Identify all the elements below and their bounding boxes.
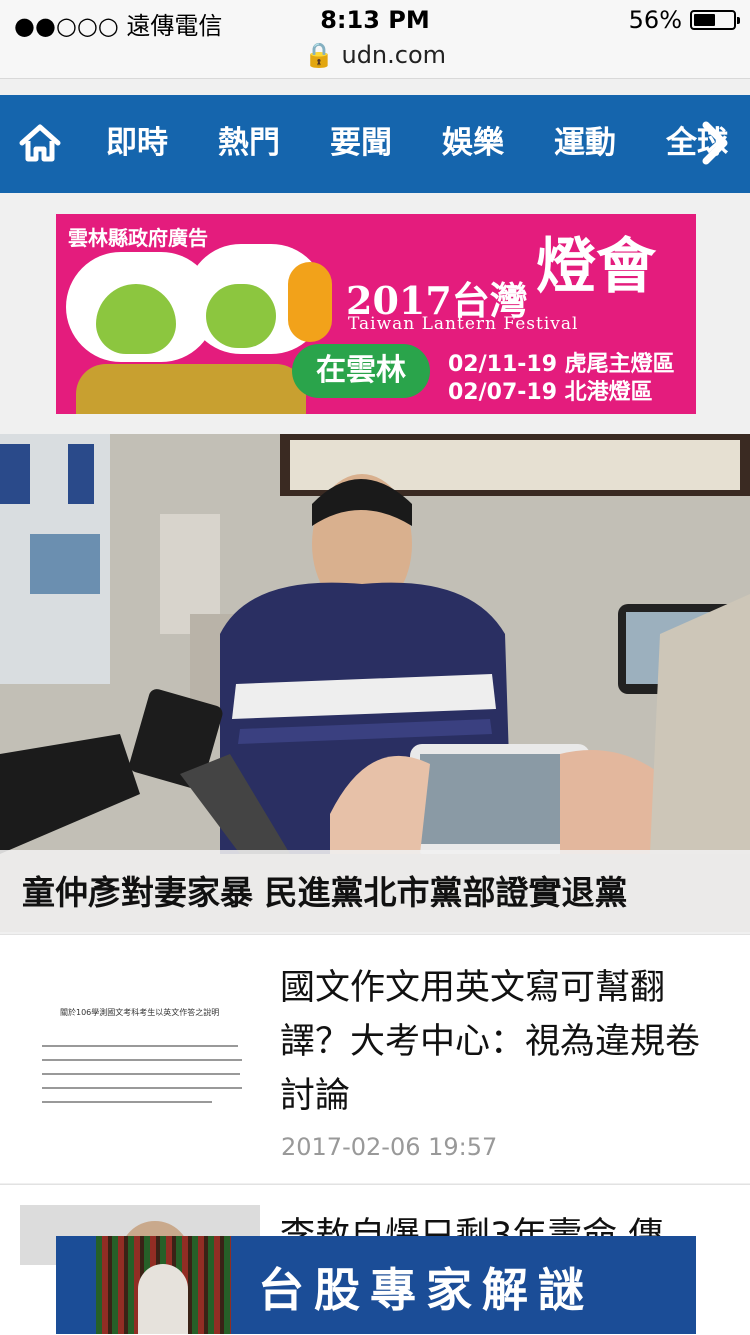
battery-indicator: 56% [628, 6, 740, 34]
nav-item-headlines[interactable]: 要聞 [330, 119, 392, 167]
url-text: udn.com [341, 41, 447, 69]
nav-item-realtime[interactable]: 即時 [106, 119, 168, 167]
ad-photo [96, 1236, 231, 1334]
nav-item-popular[interactable]: 熱門 [218, 119, 280, 167]
lead-headline[interactable]: 童仲彥對妻家暴 民進黨北市黨部證實退黨 [22, 866, 628, 914]
ad-produce-illustration [76, 364, 306, 414]
story-thumbnail[interactable]: 關於106學測國文考科考生以英文作答之說明 [20, 955, 260, 1155]
ad-place-badge: 在雲林 [292, 344, 430, 398]
ad-sponsor-label: 雲林縣政府廣告 [68, 226, 208, 250]
nav-item-entertainment[interactable]: 娛樂 [442, 119, 504, 167]
ad-mascot [206, 284, 276, 348]
url-display[interactable]: 🔒 udn.com [0, 40, 750, 70]
lead-story[interactable]: 童仲彥對妻家暴 民進黨北市黨部證實退黨 [0, 434, 750, 932]
home-icon[interactable] [18, 121, 62, 165]
story-title[interactable]: 國文作文用英文寫可幫翻譯？大考中心：視為違規卷討論 [280, 961, 720, 1123]
thumbnail-text-line [42, 1073, 240, 1075]
thumbnail-text-line [42, 1059, 242, 1061]
ad-subtitle: Taiwan Lantern Festival [348, 314, 579, 334]
lantern-festival-ad[interactable]: 雲林縣政府廣告 2017台灣 Taiwan Lantern Festival 燈… [56, 214, 696, 414]
stock-expert-ad[interactable]: 台股專家解謎 [56, 1236, 696, 1334]
thumbnail-doc-title: 關於106學測國文考科考生以英文作答之說明 [60, 1008, 220, 1017]
ad-mascot [96, 284, 176, 354]
battery-percent: 56% [628, 6, 682, 34]
lantern-icon [288, 262, 332, 342]
chevron-right-icon[interactable] [688, 117, 740, 169]
status-bar: ●●○○○ 遠傳電信 8:13 PM 56% [0, 0, 750, 40]
category-nav: 即時 熱門 要聞 娛樂 運動 全球 [0, 95, 750, 193]
ad-big-title: 燈會 [536, 232, 656, 302]
ad-date-2: 02/07-19 北港燈區 [448, 380, 653, 405]
nav-item-sports[interactable]: 運動 [554, 119, 616, 167]
lock-icon: 🔒 [303, 41, 334, 69]
thumbnail-text-line [42, 1087, 242, 1089]
story-card[interactable]: 關於106學測國文考科考生以英文作答之說明 國文作文用英文寫可幫翻譯？大考中心：… [0, 934, 750, 1183]
thumbnail-text-line [42, 1101, 212, 1103]
battery-icon [690, 10, 740, 30]
ad-text: 台股專家解謎 [258, 1263, 594, 1317]
thumbnail-text-line [42, 1045, 238, 1047]
address-bar[interactable]: 🔒 udn.com [0, 40, 750, 79]
story-date: 2017-02-06 19:57 [281, 1133, 498, 1161]
